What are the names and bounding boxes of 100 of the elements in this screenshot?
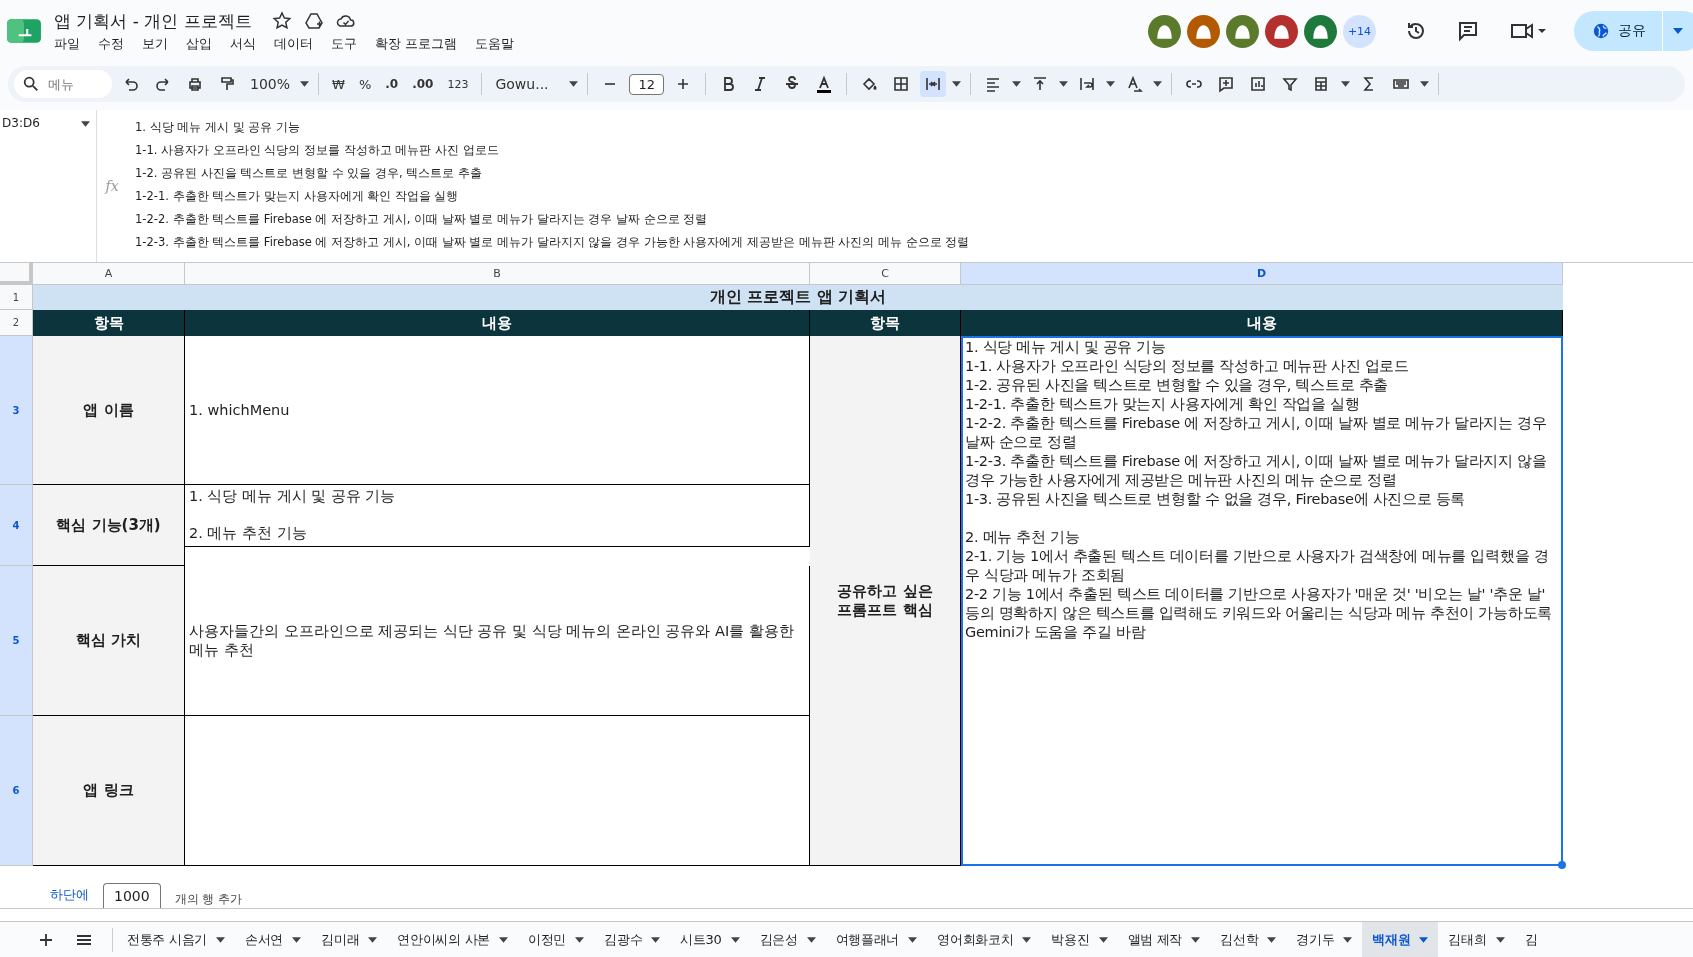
increase-decimal-button[interactable]: .00 [408,77,438,91]
sheet-tab[interactable]: 경기두 [1286,922,1363,957]
caret-icon[interactable] [1673,28,1683,34]
menu-item[interactable]: 데이터 [274,34,313,53]
caret-icon[interactable] [1420,81,1429,87]
selection-handle[interactable] [1558,861,1566,869]
row-header[interactable]: 4 [0,485,33,566]
font-size-field[interactable]: 12 [629,73,664,95]
avatar-icon[interactable] [1265,14,1298,48]
caret-icon[interactable] [908,937,918,943]
formula-input[interactable]: 1. 식당 메뉴 게시 및 공유 기능 1-1. 사용자가 오프라인 식당의 정보를 작성하고 메뉴판 사진 업로드 1-2. 공유된 사진을 텍스트로 변형할 수 있을 경우, 텍스트로 추출 1-2-1. 추출한 텍스트가 맞는지 사용자에게 확인 작업을 실행 1-2-2. 추출한 텍스트를 Firebase 에 저장하고 게시, 이때 날짜 별로 메뉴가 달라지는 경우 날짜 순으로 정렬 1-2-3. 추출한 텍스트를 Firebase 에 저장하고 게시, 이때 날짜 별로 메뉴가 달라지지 않을 경우 가능한 사용자에게 제공받은 메뉴판 사진의 메뉴 순으로 정렬 [127,110,970,262]
row-header[interactable]: 1 [0,285,33,310]
caret-icon[interactable] [1153,81,1162,87]
percent-format-button[interactable]: % [354,76,376,92]
cell-text: 1-2-2. 추출한 텍스트를 Firebase 에 저장하고 게시, 이때 날짜 별로 메뉴가 달라지는 경우 날짜 순으로 정렬 [965,414,1548,452]
cell-text: 1. 식당 메뉴 게시 및 공유 기능 [189,487,396,506]
caret-icon[interactable] [1022,937,1032,943]
caret-icon[interactable] [730,937,740,943]
cell-text: 2. 메뉴 추천 기능 [965,528,1081,547]
search-field[interactable]: 메뉴 [14,70,112,98]
caret-icon[interactable] [575,937,585,943]
table-cell: 핵심 가치 [33,566,185,716]
sheets-logo-icon[interactable] [6,16,42,46]
column-header[interactable]: D [961,263,1563,285]
sheet-tab[interactable]: 여행플래너 [825,922,928,957]
avatar-icon[interactable] [1304,14,1337,48]
avatar-icon[interactable] [1226,14,1259,48]
avatar-icon[interactable] [1148,14,1181,48]
caret-icon[interactable] [952,81,961,87]
caret-icon[interactable] [1341,81,1350,87]
cell-text: 1-1. 사용자가 오프라인 식당의 정보를 작성하고 메뉴판 사진 업로드 [965,357,1410,376]
cell-text: 2-1. 기능 1에서 추출된 텍스트 데이터를 기반으로 사용자가 검색창에 메뉴를 입력했을 경우 식당과 메뉴가 조회됨 [965,547,1550,585]
selected-cell[interactable] [961,336,1563,866]
caret-icon[interactable] [1191,937,1201,943]
sheet-tab[interactable]: 전통주 시음기 [117,922,236,957]
caret-icon[interactable] [651,937,661,943]
caret-icon[interactable] [300,81,310,87]
sheet-tab[interactable]: 김미래 [311,922,388,957]
sheet-tab[interactable]: 연안이씨의 사본 [387,922,518,957]
caret-icon[interactable] [806,937,816,943]
caret-icon[interactable] [1098,937,1108,943]
header-cell: 내용 [961,310,1563,336]
caret-icon[interactable] [499,937,508,943]
sheet-tab[interactable]: 박용진 [1041,922,1118,957]
currency-format-button[interactable]: ₩ [328,76,349,92]
sheet-tab[interactable]: 김 [1514,922,1548,957]
caret-icon[interactable] [1495,937,1505,943]
cell-text: 1-3. 공유된 사진을 텍스트로 변형할 수 없을 경우, Firebase에 사진으로 등록 [965,490,1467,509]
sheet-tab[interactable]: 이정민 [518,922,595,957]
font-dropdown[interactable]: Gowu... [491,76,564,92]
zoom-dropdown[interactable]: 100% [246,76,295,92]
sheet-tab[interactable]: 김선학 [1210,922,1287,957]
sheet-tab[interactable]: 김은성 [749,922,826,957]
document-title[interactable]: 앱 기획서 - 개인 프로젝트 [54,9,252,33]
add-rows-button[interactable]: 하단에 [50,886,89,908]
sheet-tab[interactable]: 백재원 [1362,922,1439,957]
row-header[interactable]: 2 [0,310,33,336]
caret-icon[interactable] [292,937,302,943]
caret-icon[interactable] [1059,81,1068,87]
search-icon[interactable] [22,75,40,93]
number-format-button[interactable]: 123 [443,77,473,91]
caret-icon[interactable] [1106,81,1115,87]
caret-icon[interactable] [1419,937,1429,943]
caret-icon[interactable] [81,121,90,127]
caret-icon[interactable] [1343,937,1353,943]
comments-icon[interactable] [1456,19,1480,43]
sheet-tab[interactable]: 손서연 [235,922,312,957]
more-collaborators-badge[interactable]: +14 [1343,14,1376,48]
cell-text: 사용자들간의 오프라인으로 제공되는 식단 공유 및 식당 메뉴의 온라인 공유와 AI를 활용한 메뉴 추천 [189,621,795,660]
menu-item[interactable]: 확장 프로그램 [375,34,458,53]
sheet-tab[interactable]: 영어회화코치 [927,922,1042,957]
menu-item[interactable]: 도구 [331,34,357,53]
merge-cells-icon[interactable] [920,71,946,97]
sheet-tab[interactable]: 시트30 [670,922,750,957]
table-cell: 앱 링크 [33,716,185,866]
row-header[interactable]: 3 [0,336,33,485]
header-cell: 내용 [185,310,810,336]
menu-item[interactable]: 서식 [230,34,256,53]
caret-icon[interactable] [569,81,579,87]
sheet-tab[interactable]: 김광수 [594,922,671,957]
decrease-decimal-button[interactable]: .0 [381,77,403,91]
menu-item[interactable]: 도움말 [475,34,515,53]
row-header[interactable]: 6 [0,716,33,866]
column-header[interactable]: A [33,263,185,285]
avatar-icon[interactable] [1187,14,1220,48]
menu-item[interactable]: 수정 [98,34,124,53]
menu-item[interactable]: 보기 [142,34,168,53]
row-header[interactable]: 5 [0,566,33,716]
cell-reference-field[interactable]: D3:D6 [2,116,40,130]
menu-item[interactable]: 삽입 [186,34,212,53]
column-header[interactable]: C [810,263,961,285]
sheet-tab[interactable]: 김태희 [1438,922,1515,957]
caret-icon[interactable] [1012,81,1021,87]
caret-icon[interactable] [216,937,226,943]
column-header[interactable]: B [185,263,810,285]
caret-icon[interactable] [1267,937,1277,943]
menu-item[interactable]: 파일 [54,34,80,53]
sheet-tab[interactable]: 앨범 제작 [1117,922,1211,957]
caret-icon[interactable] [368,937,378,943]
star-icon[interactable] [271,11,292,31]
